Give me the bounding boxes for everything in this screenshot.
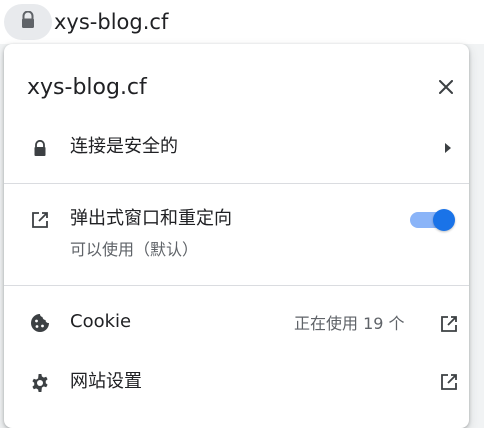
popup-title: xys-blog.cf: [27, 75, 147, 100]
connection-label: 连接是安全的: [70, 136, 178, 157]
site-settings-row[interactable]: 网站设置: [4, 354, 469, 410]
close-icon: [439, 79, 453, 98]
cookie-icon: [28, 311, 52, 335]
gear-icon: [28, 371, 52, 395]
cookie-label: Cookie: [70, 311, 132, 332]
lock-icon: [28, 136, 52, 160]
site-info-button[interactable]: [4, 4, 52, 40]
open-in-new-icon: [28, 208, 52, 232]
site-settings-label: 网站设置: [70, 371, 142, 392]
browser-window: xys-blog.cf xys-blog.cf 连接是安全的 弹出式窗口和重定向…: [0, 0, 484, 428]
chevron-right-icon: [441, 141, 455, 155]
lock-icon: [20, 10, 36, 33]
close-button[interactable]: [430, 72, 462, 104]
popups-sublabel: 可以使用（默认）: [70, 240, 199, 259]
cookie-count: 正在使用 19 个: [294, 314, 405, 333]
divider: [4, 285, 469, 286]
open-in-new-icon[interactable]: [438, 371, 460, 393]
url-text[interactable]: xys-blog.cf: [54, 8, 168, 36]
open-in-new-icon[interactable]: [438, 313, 460, 335]
page-info-popup: xys-blog.cf 连接是安全的 弹出式窗口和重定向 可以使用（默认） Co…: [4, 44, 469, 428]
address-bar[interactable]: xys-blog.cf: [0, 0, 484, 44]
toggle-knob: [433, 209, 455, 231]
popups-toggle[interactable]: [409, 207, 455, 233]
popups-redirects-row: 弹出式窗口和重定向 可以使用（默认）: [4, 184, 469, 284]
popups-label: 弹出式窗口和重定向: [70, 208, 232, 229]
connection-row[interactable]: 连接是安全的: [4, 124, 469, 172]
